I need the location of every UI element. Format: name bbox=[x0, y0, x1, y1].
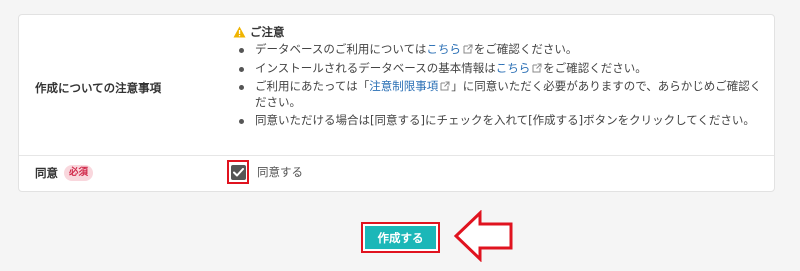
notice-text: をご確認ください。 bbox=[473, 42, 578, 56]
notice-item-1: データベースのご利用についてはこちら をご確認ください。 bbox=[233, 42, 763, 58]
agree-checkbox-label[interactable]: 同意する bbox=[257, 164, 303, 180]
agree-label-text: 同意 bbox=[35, 166, 58, 180]
notice-list: データベースのご利用についてはこちら をご確認ください。 インストールされるデータ… bbox=[233, 42, 763, 129]
notice-box: ご注意 データベースのご利用についてはこちら をご確認ください。 インストールされ… bbox=[233, 24, 763, 132]
agree-checkbox[interactable] bbox=[227, 160, 249, 184]
warning-triangle-icon bbox=[233, 26, 246, 38]
checkmark-icon bbox=[232, 167, 244, 176]
notice-item-3: ご利用にあたっては「注意制限事項 」に同意いただく必要がありますので、あらかじめご… bbox=[233, 79, 763, 110]
notes-row-label: 作成についての注意事項 bbox=[35, 81, 162, 95]
left-arrow-icon bbox=[453, 210, 513, 262]
notice-item-4: 同意いただける場合は[同意する]にチェックを入れて[作成する]ボタンをクリックし… bbox=[233, 113, 763, 129]
notice-text: データベースのご利用については bbox=[255, 42, 427, 56]
notice-title-text: ご注意 bbox=[250, 25, 285, 39]
external-link-icon bbox=[532, 63, 542, 72]
row-divider bbox=[19, 155, 774, 156]
form-card: 作成についての注意事項 ご注意 データベースのご利用についてはこちら をご確認くだ… bbox=[18, 14, 775, 192]
notice-item-2: インストールされるデータベースの基本情報はこちら をご確認ください。 bbox=[233, 61, 763, 77]
notice-text: をご確認ください。 bbox=[543, 60, 647, 75]
required-badge: 必須 bbox=[64, 165, 94, 181]
external-link-icon bbox=[440, 81, 450, 91]
create-button[interactable]: 作成する bbox=[365, 226, 436, 249]
notice-text: ご利用にあたっては「 bbox=[255, 79, 370, 93]
db-usage-link[interactable]: こちら bbox=[426, 42, 461, 56]
notice-title: ご注意 bbox=[233, 24, 763, 40]
agree-checkbox-group: 同意する bbox=[227, 160, 303, 184]
checkbox-checked-box bbox=[230, 164, 246, 180]
external-link-icon bbox=[463, 44, 473, 54]
notice-text: 同意いただける場合は[同意する]にチェックを入れて[作成する]ボタンをクリックし… bbox=[255, 113, 755, 127]
notice-text: インストールされるデータベースの基本情報は bbox=[255, 60, 496, 75]
restrictions-link[interactable]: 注意制限事項 bbox=[369, 79, 438, 93]
create-button-highlight: 作成する bbox=[361, 222, 440, 253]
agree-row-label: 同意 必須 bbox=[35, 165, 94, 181]
db-basic-info-link[interactable]: こちら bbox=[496, 61, 531, 75]
